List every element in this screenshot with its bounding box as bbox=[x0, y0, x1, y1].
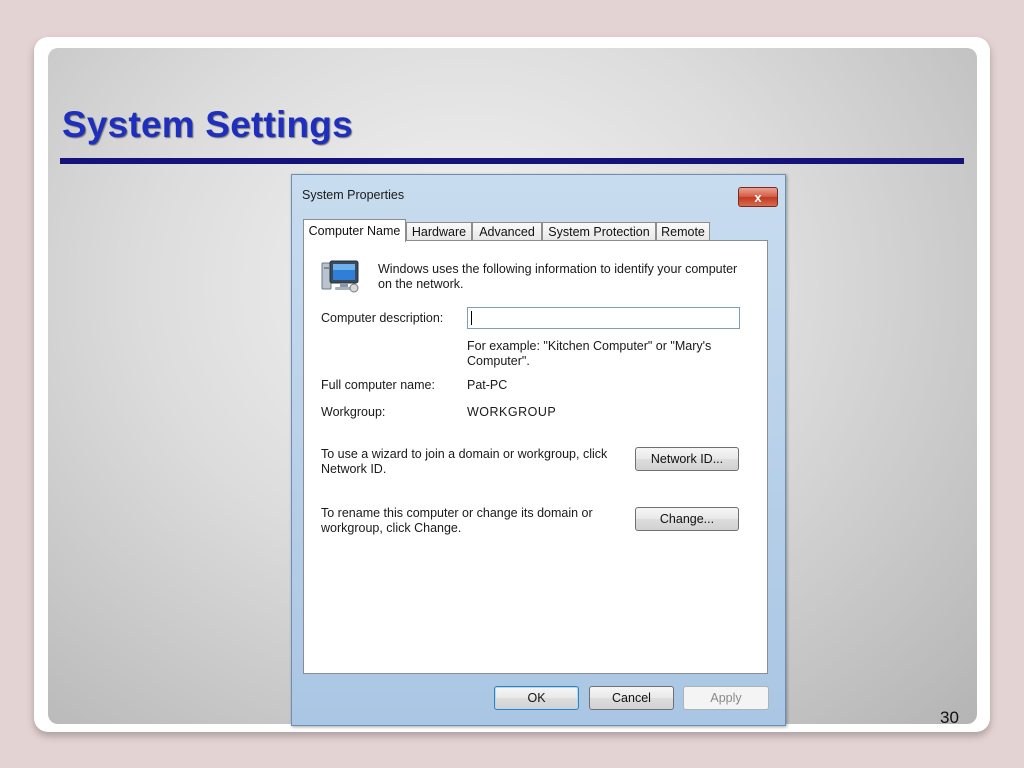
dialog-title: System Properties bbox=[302, 188, 405, 202]
network-id-button[interactable]: Network ID... bbox=[635, 447, 739, 471]
network-id-instructions-line-1: To use a wizard to join a domain or work… bbox=[321, 447, 608, 461]
slide-title: System Settings bbox=[62, 104, 353, 145]
intro-text-line-1: Windows uses the following information t… bbox=[378, 262, 738, 276]
computer-network-icon bbox=[321, 260, 359, 293]
apply-button[interactable]: Apply bbox=[683, 686, 769, 710]
full-computer-name-value: Pat-PC bbox=[467, 378, 508, 392]
example-text-line-2: Computer". bbox=[467, 354, 530, 368]
rename-instructions-line-2: workgroup, click Change. bbox=[321, 521, 462, 535]
rename-instructions-line-1: To rename this computer or change its do… bbox=[321, 506, 593, 520]
workgroup-value: WORKGROUP bbox=[467, 405, 557, 419]
text-caret bbox=[471, 311, 472, 325]
cancel-button[interactable]: Cancel bbox=[589, 686, 674, 710]
tab-remote[interactable]: Remote bbox=[656, 222, 710, 241]
network-id-instructions-line-2: Network ID. bbox=[321, 462, 387, 476]
change-button[interactable]: Change... bbox=[635, 507, 739, 531]
tab-advanced[interactable]: Advanced bbox=[472, 222, 542, 241]
full-computer-name-label: Full computer name: bbox=[321, 378, 435, 392]
tab-panel-computer-name: Windows uses the following information t… bbox=[303, 240, 768, 674]
computer-description-input[interactable] bbox=[467, 307, 740, 329]
workgroup-label: Workgroup: bbox=[321, 405, 386, 419]
ok-button[interactable]: OK bbox=[494, 686, 579, 710]
example-text-line-1: For example: "Kitchen Computer" or "Mary… bbox=[467, 339, 712, 353]
page-number: 30 bbox=[940, 708, 959, 727]
computer-description-label: Computer description: bbox=[321, 311, 444, 325]
system-properties-dialog: System Properties x Computer Name Hardwa… bbox=[291, 174, 786, 726]
close-icon: x bbox=[754, 189, 762, 205]
tab-system-protection[interactable]: System Protection bbox=[542, 222, 656, 241]
close-button[interactable]: x bbox=[738, 187, 778, 207]
tab-computer-name[interactable]: Computer Name bbox=[303, 219, 406, 242]
intro-text-line-2: on the network. bbox=[378, 277, 464, 291]
tab-hardware[interactable]: Hardware bbox=[406, 222, 472, 241]
title-divider bbox=[60, 158, 964, 164]
